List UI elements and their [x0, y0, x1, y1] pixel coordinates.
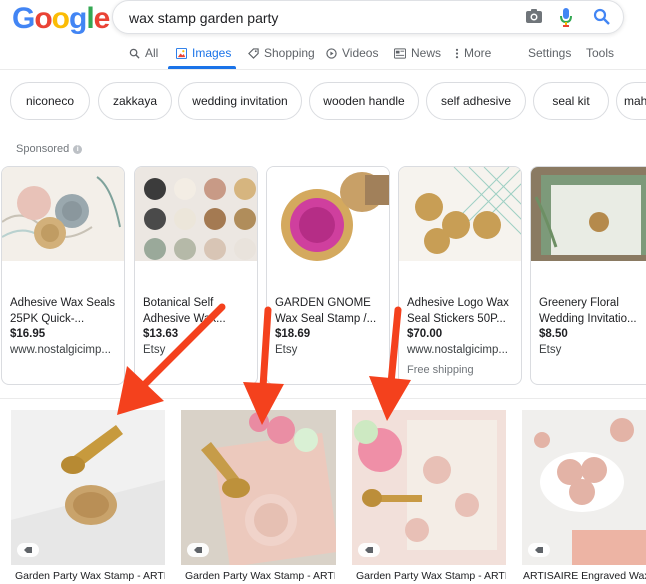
tab-label: All: [145, 46, 159, 60]
tools-link[interactable]: Tools: [586, 46, 614, 60]
product-image: [531, 167, 646, 261]
logo-letter: l: [86, 2, 94, 35]
logo-letter: G: [12, 2, 35, 35]
chip-label: seal kit: [552, 94, 590, 108]
google-logo[interactable]: Google: [12, 2, 111, 36]
product-image: [399, 167, 521, 261]
settings-label: Settings: [528, 46, 572, 60]
image-result[interactable]: [352, 410, 506, 565]
video-icon: [326, 47, 337, 59]
product-title: Adhesive Logo Wax Seal Stickers 50P...: [407, 297, 509, 325]
result-caption[interactable]: ARTISAIRE Engraved Wax S...: [523, 570, 646, 582]
chip-label: mah: [624, 94, 646, 108]
chip-label: niconeco: [25, 94, 75, 108]
tab-shopping[interactable]: Shopping: [248, 46, 315, 60]
product-card[interactable]: Greenery Floral Wedding Invitatio... $8.…: [530, 166, 646, 385]
product-tag-icon: [17, 543, 39, 557]
tab-label: Shopping: [264, 46, 315, 60]
product-card[interactable]: GARDEN GNOME Wax Seal Stamp /... $18.69 …: [266, 166, 390, 385]
logo-letter: e: [93, 2, 111, 35]
result-caption[interactable]: Garden Party Wax Stamp - ARTI...: [356, 570, 506, 582]
chip-label: zakkaya: [112, 94, 158, 108]
product-store: www.nostalgicimp...: [407, 344, 508, 356]
product-title: Greenery Floral Wedding Invitatio...: [539, 297, 637, 325]
arrow-annotation: [387, 306, 402, 387]
product-store: Etsy: [275, 344, 298, 356]
image-result[interactable]: [181, 410, 336, 565]
chip-mah[interactable]: mah: [616, 82, 646, 120]
related-searches: niconeco zakkaya wedding invitation wood…: [10, 82, 646, 122]
product-store: Etsy: [539, 344, 562, 356]
tab-label: Videos: [342, 46, 379, 60]
image-result[interactable]: [522, 410, 646, 565]
product-title: Adhesive Wax Seals 25PK Quick-...: [10, 297, 116, 325]
chip-self-adhesive[interactable]: self adhesive: [426, 82, 526, 120]
logo-letter: g: [69, 2, 87, 35]
product-image: [2, 167, 124, 261]
tab-label: Images: [192, 46, 232, 60]
info-icon[interactable]: i: [73, 144, 83, 154]
chip-label: self adhesive: [440, 94, 512, 108]
chip-zakkaya[interactable]: zakkaya: [98, 82, 172, 120]
news-icon: [394, 47, 406, 59]
camera-icon[interactable]: [525, 8, 543, 24]
chip-niconeco[interactable]: niconeco: [10, 82, 90, 120]
product-tag-icon: [358, 543, 380, 557]
section-divider: [0, 398, 646, 399]
product-tag-icon: [187, 543, 209, 557]
chip-label: wooden handle: [323, 94, 405, 108]
search-box[interactable]: wax stamp garden party: [112, 0, 624, 34]
sponsored-text: Sponsored: [16, 143, 70, 155]
image-icon: [176, 47, 187, 59]
microphone-icon[interactable]: [559, 7, 573, 27]
logo-letter: o: [34, 2, 52, 35]
chip-label: wedding invitation: [192, 94, 288, 108]
tab-images[interactable]: Images: [176, 46, 231, 60]
product-price: $70.00: [407, 328, 443, 340]
result-thumbnail: [522, 410, 646, 565]
search-icon: [129, 48, 140, 59]
search-icon[interactable]: [593, 8, 611, 26]
product-title: Botanical Self Adhesive Wax...: [143, 297, 226, 325]
image-result[interactable]: [11, 410, 165, 565]
result-thumbnail: [352, 410, 506, 565]
tab-videos[interactable]: Videos: [326, 46, 378, 60]
product-shipping: Free shipping: [407, 364, 474, 376]
tab-all[interactable]: All: [129, 46, 158, 60]
product-store: Etsy: [143, 344, 166, 356]
sponsored-label: Sponsored i: [16, 143, 83, 155]
tag-icon: [248, 47, 259, 59]
more-icon: [455, 48, 459, 58]
product-title: GARDEN GNOME Wax Seal Stamp /...: [275, 297, 377, 325]
result-caption[interactable]: Garden Party Wax Stamp - ARTI...: [15, 570, 165, 582]
product-image: [267, 167, 389, 261]
result-thumbnail: [11, 410, 165, 565]
product-card[interactable]: Adhesive Wax Seals 25PK Quick-... $16.95…: [1, 166, 125, 385]
tools-label: Tools: [586, 46, 615, 60]
logo-letter: o: [51, 2, 70, 35]
search-nav: All Images Shopping Videos News More Set…: [0, 42, 646, 70]
chip-wedding-invitation[interactable]: wedding invitation: [178, 82, 302, 120]
product-price: $18.69: [275, 328, 311, 340]
tab-label: More: [464, 46, 492, 60]
product-tag-icon: [528, 543, 550, 557]
chip-wooden-handle[interactable]: wooden handle: [309, 82, 419, 120]
product-store: www.nostalgicimp...: [10, 344, 111, 356]
result-thumbnail: [181, 410, 336, 565]
product-card[interactable]: Adhesive Logo Wax Seal Stickers 50P... $…: [398, 166, 522, 385]
product-price: $13.63: [143, 328, 179, 340]
product-card[interactable]: Botanical Self Adhesive Wax... $13.63 Et…: [134, 166, 258, 385]
search-input[interactable]: wax stamp garden party: [129, 10, 278, 26]
product-price: $8.50: [539, 328, 568, 340]
settings-link[interactable]: Settings: [528, 46, 571, 60]
active-tab-indicator: [168, 66, 236, 69]
tab-more[interactable]: More: [455, 46, 491, 60]
tab-news[interactable]: News: [394, 46, 441, 60]
tab-label: News: [411, 46, 442, 60]
result-caption[interactable]: Garden Party Wax Stamp - ARTI...: [185, 570, 335, 582]
chip-seal-kit[interactable]: seal kit: [533, 82, 609, 120]
product-image: [135, 167, 257, 261]
product-price: $16.95: [10, 328, 46, 340]
